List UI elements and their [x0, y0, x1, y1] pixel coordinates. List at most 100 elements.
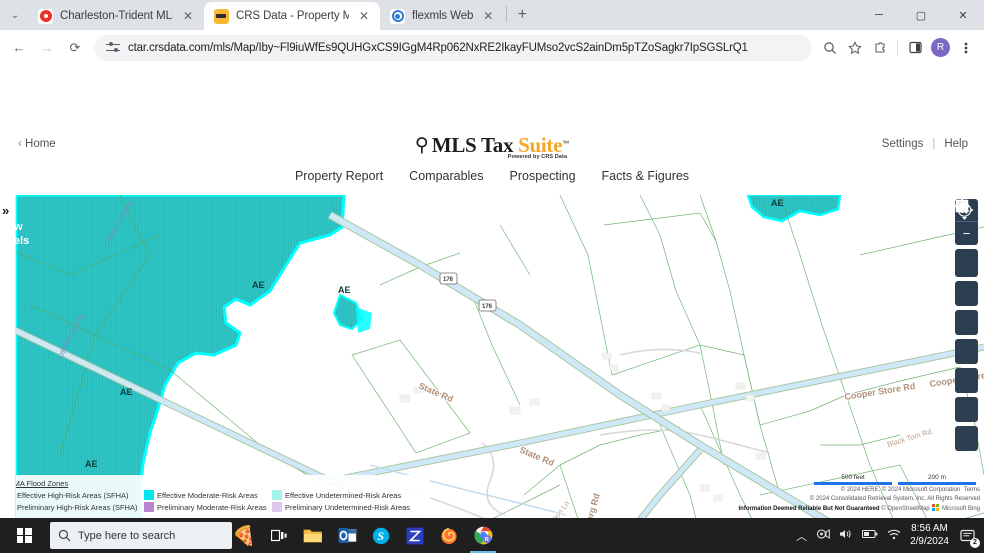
legend-item-4: Preliminary Moderate-Risk Areas [144, 502, 272, 512]
legend-label: Preliminary Undetermined-Risk Areas [285, 503, 410, 512]
browser-tab-1[interactable]: CRS Data - Property Map for 18 ✕ [204, 2, 380, 30]
profile-avatar[interactable]: R [931, 38, 950, 57]
windows-start-icon[interactable] [0, 518, 48, 553]
settings-gear-button[interactable] [955, 281, 978, 306]
header-links: Settings | Help [882, 138, 968, 150]
wifi-icon[interactable] [887, 529, 901, 543]
chrome-icon[interactable]: R [466, 518, 500, 553]
firefox-icon[interactable] [432, 518, 466, 553]
svg-text:Black Tom Rd: Black Tom Rd [886, 427, 933, 449]
split-view-icon[interactable] [903, 36, 927, 60]
home-link[interactable]: Home [18, 138, 56, 150]
tab-strip: ⌄ Charleston-Trident MLS, Inc. ✕ CRS Dat… [0, 0, 984, 30]
water-label: Cypress Swamp Cypress Swamp [56, 198, 136, 361]
zoom-out-button[interactable]: − [955, 222, 978, 245]
tray-chevron-up-icon[interactable]: ︿ [796, 528, 807, 544]
map-labels-layer: .road-major { font-family:"Liberation Sa… [0, 195, 984, 518]
attribution-line1: © 2024 HERE, © 2024 Microsoft Corporatio… [841, 487, 961, 493]
reload-button[interactable]: ⟳ [62, 35, 88, 61]
attribution-line2: © 2024 Consolidated Retrieval System, In… [738, 495, 980, 504]
webcam-icon[interactable] [816, 528, 830, 543]
close-window-button[interactable]: ✕ [942, 0, 984, 30]
svg-text:R: R [484, 537, 488, 543]
svg-text:State Rd: State Rd [518, 445, 556, 468]
toolbar-right: R [818, 36, 978, 60]
legend-swatch [272, 490, 282, 500]
task-view-icon[interactable] [262, 518, 296, 553]
site-settings-icon[interactable] [106, 41, 120, 55]
speaker-icon[interactable] [839, 528, 853, 543]
action-center-icon[interactable]: 2 [958, 526, 978, 546]
map-controls: + − N [955, 199, 978, 451]
logo-tm: ™ [562, 141, 569, 148]
legend-swatch [144, 502, 154, 512]
browser-toolbar: ← → ⟳ ctar.crsdata.com/mls/Map/Iby~Fl9iu… [0, 30, 984, 65]
route-shield: 176 176 [440, 273, 496, 311]
address-bar[interactable]: ctar.crsdata.com/mls/Map/Iby~Fl9iuWfEs9Q… [94, 35, 812, 61]
back-button[interactable]: ← [6, 35, 32, 61]
system-tray: ︿ 8:56 AM 2/9/2024 2 [796, 518, 984, 553]
browser-window: ⌄ Charleston-Trident MLS, Inc. ✕ CRS Dat… [0, 0, 984, 553]
tab-search-button[interactable]: ⌄ [2, 2, 28, 28]
battery-icon[interactable] [862, 529, 878, 542]
svg-text:Hagen Plantation Ln: Hagen Plantation Ln [522, 499, 571, 518]
double-chevron-right-icon[interactable]: » [2, 203, 9, 218]
minimize-button[interactable]: ─ [858, 0, 900, 30]
tab-prospecting[interactable]: Prospecting [510, 169, 576, 187]
svg-text:AE: AE [85, 459, 98, 469]
mls-tax-suite-logo: ⚲ MLS Tax Suite™ Powered by CRS Data [415, 135, 569, 157]
map-scale-bar: 500 feet 200 m [814, 474, 976, 485]
three-dot-menu-icon[interactable] [954, 36, 978, 60]
attribution-osm: © OpenStreetMap [881, 506, 929, 512]
settings-link[interactable]: Settings [882, 138, 924, 150]
select-area-button[interactable] [955, 310, 978, 335]
terms-link[interactable]: Terms [964, 487, 980, 493]
close-icon[interactable]: ✕ [180, 8, 196, 24]
measure-button[interactable] [955, 397, 978, 422]
help-link[interactable]: Help [944, 138, 968, 150]
legend-label: Preliminary High-Risk Areas (SFHA) [17, 503, 137, 512]
property-map[interactable]: .road-major { font-family:"Liberation Sa… [0, 195, 984, 518]
svg-text:AE: AE [771, 198, 784, 208]
compass-button[interactable]: N [955, 249, 978, 277]
svg-text:State Rd: State Rd [417, 381, 455, 404]
close-icon[interactable]: ✕ [480, 8, 496, 24]
logo-powered-by: Powered by CRS Data [508, 154, 567, 160]
svg-text:Cooper Store Rd: Cooper Store Rd [844, 381, 916, 402]
star-icon[interactable] [843, 36, 867, 60]
outlook-icon[interactable] [330, 518, 364, 553]
forward-button[interactable]: → [34, 35, 60, 61]
pizza-emoji-icon: 🍕 [232, 524, 256, 548]
printer-icon [955, 199, 969, 213]
svg-text:S: S [377, 529, 384, 543]
file-explorer-icon[interactable] [296, 518, 330, 553]
svg-text:176: 176 [443, 277, 454, 283]
skype-icon[interactable]: S [364, 518, 398, 553]
legend-item-1: Effective Moderate-Risk Areas [144, 490, 272, 500]
location-pin-icon: ⚲ [415, 136, 429, 155]
print-button[interactable] [955, 426, 978, 451]
taskbar-clock[interactable]: 8:56 AM 2/9/2024 [910, 523, 949, 548]
extensions-puzzle-icon[interactable] [868, 36, 892, 60]
browser-tab-2[interactable]: flexmls Web ✕ [380, 2, 504, 30]
panel-label-line1: w [14, 221, 23, 233]
search-zoom-icon[interactable] [818, 36, 842, 60]
taskbar-search-input[interactable]: Type here to search 🍕 [50, 522, 232, 549]
tab-title: Charleston-Trident MLS, Inc. [60, 10, 173, 22]
locate-button[interactable] [955, 339, 978, 364]
close-icon[interactable]: ✕ [356, 8, 372, 24]
scanner-app-icon[interactable] [398, 518, 432, 553]
scale-bar-line [898, 482, 976, 485]
maximize-button[interactable]: ▢ [900, 0, 942, 30]
scale-imperial: 500 feet [814, 474, 892, 485]
tab-property-report[interactable]: Property Report [295, 169, 383, 187]
window-controls: ─ ▢ ✕ [858, 0, 984, 30]
logo-text-black: MLS Tax [432, 133, 518, 157]
tab-comparables[interactable]: Comparables [409, 169, 483, 187]
browser-tab-0[interactable]: Charleston-Trident MLS, Inc. ✕ [28, 2, 204, 30]
tab-divider [506, 6, 507, 22]
tab-facts-figures[interactable]: Facts & Figures [602, 169, 690, 187]
new-tab-button[interactable]: + [509, 2, 535, 28]
search-button[interactable] [955, 368, 978, 393]
target-icon [38, 9, 53, 24]
